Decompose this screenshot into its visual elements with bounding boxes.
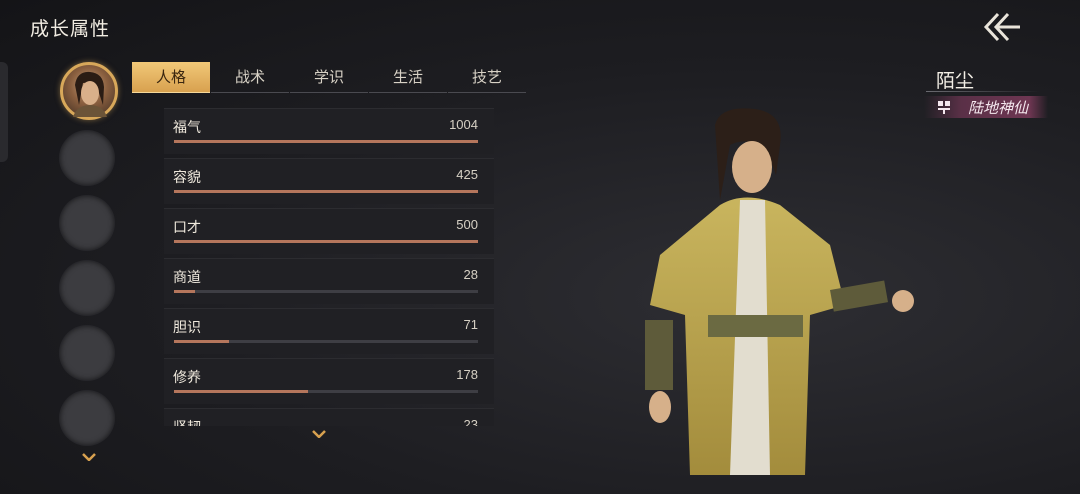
attribute-value: 28 [463, 267, 478, 282]
attribute-bar-fill [174, 190, 478, 193]
attribute-list[interactable]: 福气 1004 容貌 425 口才 500 商道 28 胆识 71 修养 178… [164, 108, 494, 426]
double-arrow-left-icon [983, 12, 1020, 42]
character-avatar-active[interactable] [60, 62, 118, 120]
character-avatar-slot[interactable] [60, 261, 114, 315]
tab-skills[interactable]: 技艺 [448, 62, 526, 93]
attribute-bar-fill [174, 340, 229, 343]
attribute-name: 修养 [173, 370, 201, 386]
rank-label: 陆地神仙 [968, 99, 1029, 117]
attribute-value: 178 [456, 367, 478, 382]
attribute-bar-fill [174, 140, 478, 143]
avatar-scroll-down-icon[interactable] [82, 453, 96, 461]
character-portrait-icon [73, 71, 107, 117]
name-divider [926, 91, 1040, 92]
attribute-value: 500 [456, 217, 478, 232]
character-avatar-slot[interactable] [60, 196, 114, 250]
attribute-row: 福气 1004 [164, 108, 494, 154]
attribute-bar [174, 240, 478, 243]
attribute-bar [174, 190, 478, 193]
side-handle[interactable] [0, 62, 8, 162]
character-avatar-slot[interactable] [60, 391, 114, 445]
character-avatar-slot[interactable] [60, 326, 114, 380]
attribute-value: 71 [463, 317, 478, 332]
attribute-name: 口才 [173, 220, 201, 236]
attribute-bar-fill [174, 390, 308, 393]
tab-tactics[interactable]: 战术 [211, 62, 289, 93]
attribute-name: 商道 [173, 270, 201, 286]
character-avatar-slot[interactable] [60, 131, 114, 185]
attribute-value: 23 [463, 417, 478, 426]
attribute-bar [174, 340, 478, 343]
tab-knowledge[interactable]: 学识 [290, 62, 368, 93]
category-tabs: 人格 战术 学识 生活 技艺 [132, 62, 527, 93]
attribute-name: 福气 [173, 120, 201, 136]
rank-emblem-icon [938, 101, 950, 114]
attribute-row: 胆识 71 [164, 308, 494, 354]
attribute-row: 坚韧 23 [164, 408, 494, 426]
tab-personality[interactable]: 人格 [132, 62, 210, 93]
attribute-value: 425 [456, 167, 478, 182]
attribute-name: 胆识 [173, 320, 201, 336]
rank-badge: 陆地神仙 [924, 96, 1048, 118]
attribute-row: 商道 28 [164, 258, 494, 304]
attribute-name: 坚韧 [173, 417, 201, 426]
character-name: 陌尘 [936, 70, 975, 92]
attribute-bar-fill [174, 290, 196, 293]
character-avatar-list [60, 62, 118, 456]
character-figure [645, 108, 914, 475]
attribute-bar [174, 290, 478, 293]
page-title: 成长属性 [30, 18, 111, 40]
attribute-bar [174, 140, 478, 143]
attribute-bar-fill [174, 240, 478, 243]
attribute-name: 容貌 [173, 170, 201, 186]
attribute-value: 1004 [449, 117, 478, 132]
attribute-bar [174, 390, 478, 393]
attribute-row: 容貌 425 [164, 158, 494, 204]
attribute-row: 修养 178 [164, 358, 494, 404]
attribute-row: 口才 500 [164, 208, 494, 254]
tab-life[interactable]: 生活 [369, 62, 447, 93]
list-scroll-down-icon[interactable] [312, 430, 326, 438]
back-button[interactable] [980, 10, 1024, 44]
